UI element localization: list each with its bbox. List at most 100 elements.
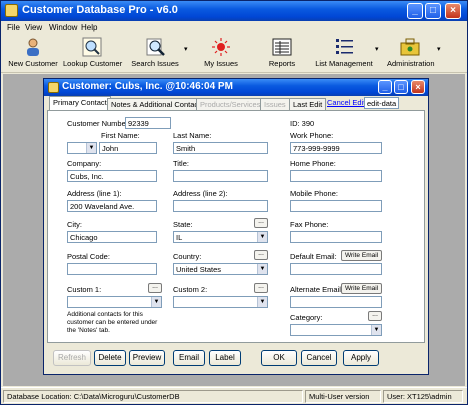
address2-label: Address (line 2): <box>173 189 228 198</box>
customer-window: Customer: Cubs, Inc. @10:46:04 PM _ □ × … <box>43 78 429 375</box>
status-user: User: XT125\admin <box>383 390 463 403</box>
my-issues-label: My Issues <box>204 59 238 68</box>
reports-button[interactable]: Reports <box>265 37 299 71</box>
menu-file[interactable]: File <box>7 23 20 32</box>
title-input[interactable] <box>173 170 268 182</box>
close-button[interactable]: × <box>445 3 461 19</box>
customer-maximize-button[interactable]: □ <box>394 80 408 94</box>
refresh-button[interactable]: Refresh <box>53 350 91 366</box>
first-name-label: First Name: <box>101 131 140 140</box>
list-icon <box>336 39 353 54</box>
category-select[interactable]: ▼ <box>290 324 382 336</box>
custom2-label: Custom 2: <box>173 285 208 294</box>
country-select[interactable]: United States ▼ <box>173 263 268 275</box>
mobile-phone-input[interactable] <box>290 200 382 212</box>
custom2-select[interactable]: ▼ <box>173 296 268 308</box>
default-email-input[interactable] <box>290 263 382 275</box>
new-customer-label: New Customer <box>8 59 58 68</box>
country-label: Country: <box>173 252 202 261</box>
tab-products-services[interactable]: Products/Services <box>196 98 265 110</box>
maximize-button[interactable]: □ <box>425 3 441 19</box>
chevron-down-icon: ▼ <box>151 297 161 307</box>
customer-close-button[interactable]: × <box>411 80 425 94</box>
cancel-button[interactable]: Cancel <box>301 350 337 366</box>
customer-titlebar[interactable]: Customer: Cubs, Inc. @10:46:04 PM _ □ × <box>44 79 428 96</box>
tab-last-edit[interactable]: Last Edit <box>289 98 327 110</box>
my-issues-button[interactable]: My Issues <box>197 37 245 71</box>
category-dots-button[interactable]: ... <box>368 311 382 321</box>
admin-icon <box>400 38 420 56</box>
state-value: IL <box>176 233 183 242</box>
app-icon <box>5 4 18 17</box>
custom1-select[interactable]: ▼ <box>67 296 162 308</box>
administration-label: Administration <box>387 59 435 68</box>
custom1-dots-button[interactable]: ... <box>148 283 162 293</box>
last-name-label: Last Name: <box>173 131 212 140</box>
state-dots-button[interactable]: ... <box>254 218 268 228</box>
city-input[interactable]: Chicago <box>67 231 157 243</box>
list-management-button[interactable]: List Management <box>315 37 373 71</box>
title-label: Title: <box>173 159 189 168</box>
new-customer-icon <box>27 38 39 56</box>
write-default-email-button[interactable]: Write Email <box>341 250 383 261</box>
write-alternate-email-button[interactable]: Write Email <box>341 283 383 294</box>
custom1-label: Custom 1: <box>67 285 102 294</box>
customer-window-icon <box>48 82 59 93</box>
new-customer-button[interactable]: New Customer <box>7 37 59 71</box>
tab-issues[interactable]: Issues <box>260 98 290 110</box>
chevron-down-icon: ▼ <box>86 143 96 153</box>
fax-phone-input[interactable] <box>290 231 382 243</box>
administration-dropdown[interactable]: ▾ <box>437 45 441 53</box>
label-button[interactable]: Label <box>209 350 241 366</box>
address1-input[interactable]: 200 Waveland Ave. <box>67 200 157 212</box>
work-phone-label: Work Phone: <box>290 131 334 140</box>
ok-button[interactable]: OK <box>261 350 297 366</box>
custom2-dots-button[interactable]: ... <box>254 283 268 293</box>
last-name-input[interactable]: Smith <box>173 142 268 154</box>
main-titlebar[interactable]: Customer Database Pro - v6.0 _ □ × <box>1 1 467 21</box>
company-input[interactable]: Cubs, Inc. <box>67 170 157 182</box>
salutation-select[interactable]: ▼ <box>67 142 97 154</box>
search-issues-button[interactable]: Search Issues <box>129 37 181 71</box>
customer-minimize-button[interactable]: _ <box>378 80 392 94</box>
lookup-customer-button[interactable]: Lookup Customer <box>63 37 122 71</box>
toolbar: New Customer Lookup Customer Search Issu… <box>1 35 467 73</box>
preview-button[interactable]: Preview <box>129 350 165 366</box>
alternate-email-label: Alternate Email: <box>290 285 343 294</box>
cancel-edit-link[interactable]: Cancel Edit <box>327 98 365 107</box>
first-name-input[interactable]: John <box>99 142 157 154</box>
mobile-phone-label: Mobile Phone: <box>290 189 338 198</box>
menu-window[interactable]: Window <box>49 23 77 32</box>
apply-button[interactable]: Apply <box>343 350 379 366</box>
customer-window-title: Customer: Cubs, Inc. @10:46:04 PM <box>62 81 233 92</box>
minimize-button[interactable]: _ <box>407 3 423 19</box>
address2-input[interactable] <box>173 200 268 212</box>
email-button[interactable]: Email <box>173 350 205 366</box>
menu-help[interactable]: Help <box>81 23 97 32</box>
home-phone-input[interactable] <box>290 170 382 182</box>
customer-number-input[interactable]: 92339 <box>125 117 171 129</box>
company-label: Company: <box>67 159 102 168</box>
lookup-icon <box>82 37 102 57</box>
customer-number-label: Customer Number: <box>67 119 131 128</box>
home-phone-label: Home Phone: <box>290 159 336 168</box>
default-email-label: Default Email: <box>290 252 337 261</box>
alert-light-icon <box>212 38 230 56</box>
tab-notes[interactable]: Notes & Additional Contacts <box>107 98 208 110</box>
country-dots-button[interactable]: ... <box>254 250 268 260</box>
state-label: State: <box>173 220 193 229</box>
list-management-dropdown[interactable]: ▾ <box>375 45 379 53</box>
delete-button[interactable]: Delete <box>94 350 126 366</box>
alternate-email-input[interactable] <box>290 296 382 308</box>
postal-code-input[interactable] <box>67 263 157 275</box>
postal-code-label: Postal Code: <box>67 252 110 261</box>
list-management-label: List Management <box>315 59 373 68</box>
work-phone-input[interactable]: 773-999-9999 <box>290 142 382 154</box>
status-database-location: Database Location: C:\Data\Microguru\Cus… <box>3 390 303 403</box>
menu-view[interactable]: View <box>25 23 42 32</box>
tab-primary-contact[interactable]: Primary Contact <box>49 96 111 110</box>
search-issues-dropdown[interactable]: ▾ <box>184 45 188 53</box>
state-select[interactable]: IL ▼ <box>173 231 268 243</box>
city-label: City: <box>67 220 82 229</box>
administration-button[interactable]: Administration <box>387 37 435 71</box>
